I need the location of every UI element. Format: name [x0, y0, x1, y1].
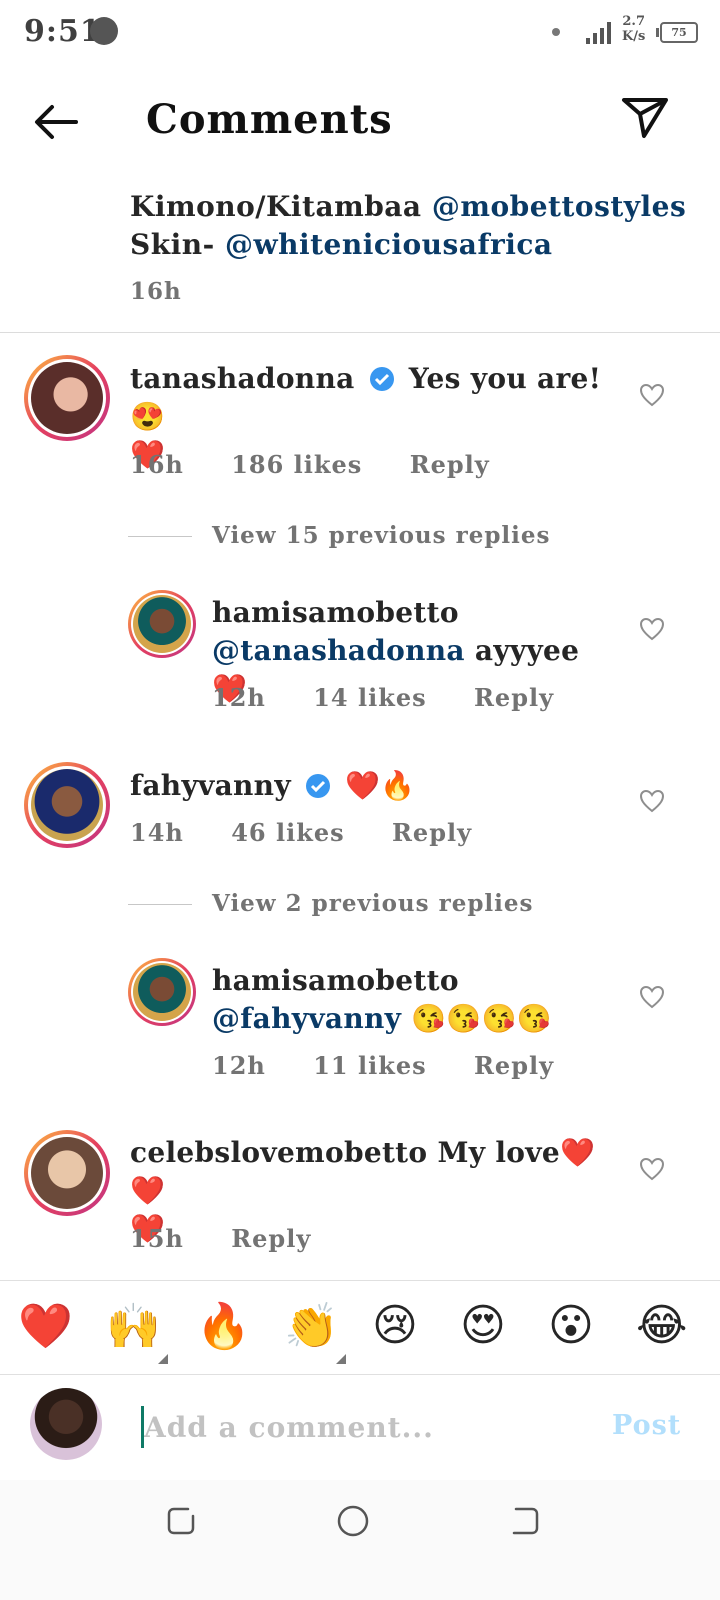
camera-notification-icon	[90, 17, 118, 45]
caption-text: Skin-	[130, 228, 225, 261]
emoji-surprised-button[interactable]: 😮	[548, 1300, 594, 1351]
reply-meta: 12h 14 likes Reply	[212, 683, 592, 712]
divider	[0, 1280, 720, 1281]
reply-body: hamisamobetto @fahyvanny 😘😘😘😘	[212, 962, 612, 1038]
post-button[interactable]: Post	[612, 1410, 681, 1441]
caption-mention-link[interactable]: @mobettostyles	[432, 190, 686, 223]
reply-button[interactable]: Reply	[474, 683, 554, 712]
reply-button[interactable]: Reply	[410, 450, 490, 479]
status-bar: 9:51 2.7 K/s 75	[0, 0, 720, 64]
signal-icon	[586, 18, 616, 44]
divider	[0, 332, 720, 333]
skin-tone-indicator-icon	[158, 1354, 168, 1364]
reply-time: 12h	[212, 1051, 266, 1080]
reply-text: 😘😘😘😘	[401, 1002, 552, 1035]
comment-username[interactable]: tanashadonna	[130, 362, 355, 395]
reply-button[interactable]: Reply	[231, 1224, 311, 1253]
like-heart-icon[interactable]	[639, 985, 665, 1009]
comment-likes[interactable]: 46 likes	[231, 818, 344, 847]
comment-time: 15h	[130, 1224, 184, 1253]
avatar[interactable]	[128, 590, 196, 658]
comment-body: fahyvanny ❤️🔥	[130, 767, 620, 805]
like-heart-icon[interactable]	[639, 1157, 665, 1181]
view-replies-button[interactable]: View 15 previous replies	[212, 522, 550, 549]
reply-button[interactable]: Reply	[474, 1051, 554, 1080]
emoji-laughing-button[interactable]: 😂	[636, 1300, 687, 1351]
emoji-fire-button[interactable]: 🔥	[196, 1300, 251, 1352]
emoji-clap-button[interactable]: 👏	[284, 1300, 339, 1352]
emoji-crying-button[interactable]: 😢	[372, 1300, 418, 1351]
network-speed: 2.7 K/s	[622, 14, 645, 44]
comment-meta: 14h 46 likes Reply	[130, 818, 510, 847]
emoji-heart-eyes-button[interactable]: 😍	[460, 1300, 506, 1351]
reply-username[interactable]: hamisamobetto	[212, 594, 612, 632]
reply-meta: 12h 11 likes Reply	[212, 1051, 592, 1080]
like-heart-icon[interactable]	[639, 789, 665, 813]
reply-button[interactable]: Reply	[392, 818, 472, 847]
my-avatar	[30, 1388, 102, 1460]
avatar[interactable]	[128, 958, 196, 1026]
avatar[interactable]	[24, 762, 110, 848]
divider	[128, 536, 192, 537]
comment-meta: 16h 186 likes Reply	[130, 450, 528, 479]
emoji-heart-button[interactable]: ❤️	[18, 1300, 73, 1352]
comment-meta: 15h Reply	[130, 1224, 349, 1253]
avatar[interactable]	[24, 355, 110, 441]
notification-dot-icon	[552, 28, 560, 36]
comment-text: ❤️🔥	[345, 769, 416, 802]
reply-mention-link[interactable]: @fahyvanny	[212, 1002, 401, 1035]
reply-mention-link[interactable]: @tanashadonna	[212, 634, 465, 667]
comment-time: 16h	[130, 450, 184, 479]
caption-mention-link[interactable]: @whiteniciousafrica	[225, 228, 553, 261]
verified-badge-icon	[305, 774, 330, 798]
back-arrow-icon[interactable]	[30, 100, 82, 144]
recent-apps-icon[interactable]	[164, 1504, 198, 1538]
page-title: Comments	[146, 96, 393, 143]
comment-username[interactable]: celebslovemobetto	[130, 1136, 427, 1169]
home-icon[interactable]	[336, 1504, 370, 1538]
avatar[interactable]	[24, 1130, 110, 1216]
network-speed-value: 2.7	[622, 14, 645, 29]
comment-likes[interactable]: 186 likes	[231, 450, 362, 479]
reply-likes[interactable]: 14 likes	[313, 683, 426, 712]
view-replies-button[interactable]: View 2 previous replies	[212, 890, 533, 917]
post-caption: Kimono/Kitambaa @mobettostyles Skin- @wh…	[130, 188, 690, 264]
direct-send-icon[interactable]	[620, 94, 670, 142]
reply-likes[interactable]: 11 likes	[313, 1051, 426, 1080]
comment-input[interactable]	[144, 1400, 574, 1454]
skin-tone-indicator-icon	[336, 1354, 346, 1364]
caption-text: Kimono/Kitambaa	[130, 190, 432, 223]
divider	[128, 904, 192, 905]
divider	[0, 1374, 720, 1375]
comment-time: 14h	[130, 818, 184, 847]
like-heart-icon[interactable]	[639, 383, 665, 407]
network-speed-unit: K/s	[622, 29, 646, 44]
caption-timestamp: 16h	[130, 278, 182, 305]
back-nav-icon[interactable]	[508, 1504, 542, 1538]
comment-username[interactable]: fahyvanny	[130, 769, 291, 802]
system-navigation-bar	[0, 1480, 720, 1600]
like-heart-icon[interactable]	[639, 617, 665, 641]
battery-icon: 75	[656, 22, 698, 43]
reply-time: 12h	[212, 683, 266, 712]
emoji-raised-hands-button[interactable]: 🙌	[106, 1300, 161, 1352]
reply-username[interactable]: hamisamobetto	[212, 962, 612, 1000]
verified-badge-icon	[369, 367, 394, 391]
